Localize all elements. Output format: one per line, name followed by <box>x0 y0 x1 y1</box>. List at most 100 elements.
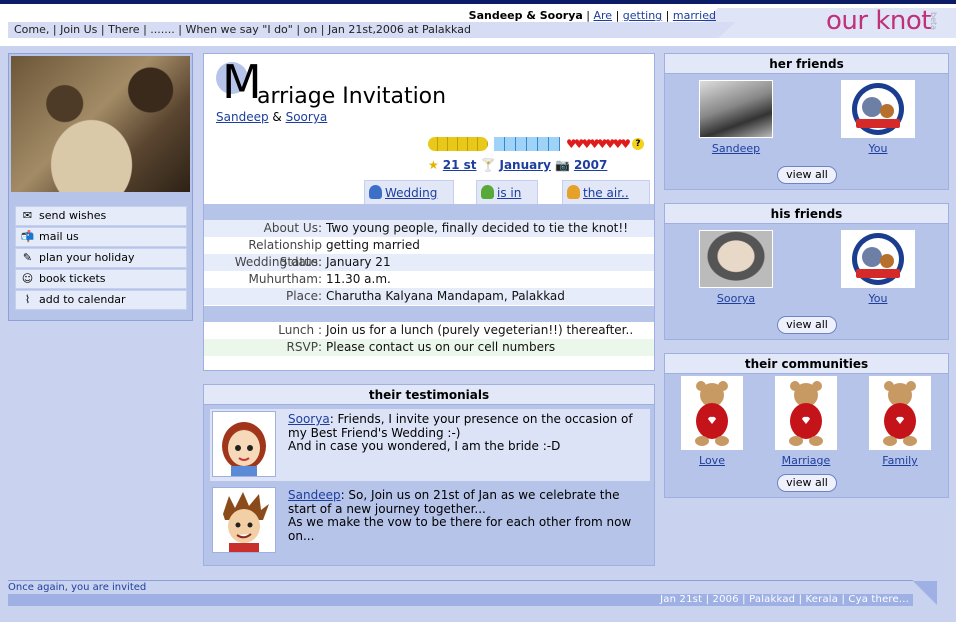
action-plan-holiday[interactable]: ✎ plan your holiday <box>15 248 187 268</box>
view-all-button[interactable]: view all <box>777 166 837 184</box>
smiley-rating-icon <box>428 137 488 151</box>
testimonial-item: Soorya: Friends, I invite your presence … <box>210 409 650 481</box>
footer-text: Once again, you are invited <box>8 582 147 593</box>
communities-panel: their communities Love Marriage Family v… <box>664 353 949 498</box>
friend-photo <box>699 230 773 288</box>
friend-card[interactable]: You <box>841 230 915 305</box>
header-band: Come, | Join Us | There | ....... | When… <box>8 22 736 38</box>
logo[interactable]: our knot <box>826 6 931 36</box>
friend-name[interactable]: You <box>869 142 888 155</box>
tom-jerry-photo <box>841 230 915 288</box>
star-icon: ★ <box>428 158 439 172</box>
beta-label: beta <box>929 12 938 31</box>
footer-divider <box>8 580 913 581</box>
date-day[interactable]: 21 st <box>443 158 477 172</box>
details-band <box>204 204 654 220</box>
action-label: plan your holiday <box>39 251 135 264</box>
link-married[interactable]: married <box>673 9 716 22</box>
action-list: ✉ send wishes 📬 mail us ✎ plan your holi… <box>15 206 187 311</box>
friend-name[interactable]: Soorya <box>717 292 755 305</box>
extra-details-table: Lunch : Join us for a lunch (purely vege… <box>204 322 654 356</box>
action-label: mail us <box>39 230 79 243</box>
his-friends-panel: his friends Soorya You view all <box>664 203 949 340</box>
detail-row: Lunch : Join us for a lunch (purely vege… <box>204 322 654 339</box>
action-send-wishes[interactable]: ✉ send wishes <box>15 206 187 226</box>
date-year[interactable]: 2007 <box>574 158 607 172</box>
groom-link[interactable]: Sandeep <box>216 110 269 124</box>
camera-icon: 📷 <box>554 158 570 172</box>
detail-row: Place: Charutha Kalyana Mandapam, Palakk… <box>204 288 654 305</box>
header-title-links: Sandeep & Soorya | Are | getting | marri… <box>468 9 716 22</box>
community-card[interactable]: Love <box>679 376 745 467</box>
help-icon[interactable]: ? <box>632 138 644 150</box>
tab-wedding[interactable]: Wedding <box>364 180 454 204</box>
friend-name[interactable]: You <box>869 292 888 305</box>
action-book-tickets[interactable]: ☺ book tickets <box>15 269 187 289</box>
page-title: arriage Invitation <box>257 84 447 109</box>
title-initial: M <box>222 55 262 109</box>
tab-is-in[interactable]: is in <box>476 180 538 204</box>
testimonials-panel: their testimonials Soorya: Friends, I in… <box>203 384 655 566</box>
author-link[interactable]: Sandeep <box>288 488 341 502</box>
author-link[interactable]: Soorya <box>288 412 330 426</box>
link-are[interactable]: Are <box>594 9 613 22</box>
community-name[interactable]: Love <box>699 454 725 467</box>
action-label: add to calendar <box>39 293 126 306</box>
bride-avatar[interactable] <box>212 411 276 477</box>
mail-icon: 📬 <box>20 230 35 243</box>
her-friends-title: her friends <box>665 54 948 74</box>
date-month[interactable]: January <box>499 158 551 172</box>
details-spacer <box>204 306 654 322</box>
envelope-icon: ✉ <box>22 209 33 222</box>
person-icon <box>481 185 494 199</box>
couple-names: Sandeep & Soorya <box>468 9 583 22</box>
detail-row: RSVP: Please contact us on our cell numb… <box>204 339 654 356</box>
community-card[interactable]: Marriage <box>773 376 839 467</box>
cocktail-icon: 🍸 <box>480 158 496 172</box>
footer-decoration <box>913 581 937 605</box>
footer-bar-text: Jan 21st | 2006 | Palakkad | Kerala | Cy… <box>660 594 909 605</box>
heart-rating-icon: ♥♥♥♥♥♥♥♥ <box>566 137 631 151</box>
friend-card[interactable]: Soorya <box>699 230 773 305</box>
community-name[interactable]: Marriage <box>782 454 831 467</box>
bride-link[interactable]: Soorya <box>286 110 328 124</box>
testimonial-text: Sandeep: So, Join us on 21st of Jan as w… <box>288 488 632 543</box>
action-add-calendar[interactable]: ⌇ add to calendar <box>15 290 187 310</box>
link-getting[interactable]: getting <box>623 9 662 22</box>
action-label: send wishes <box>39 209 107 222</box>
detail-row: Relationship Status: getting married <box>248 238 420 269</box>
left-panel: ✉ send wishes 📬 mail us ✎ plan your holi… <box>8 53 193 321</box>
date-line: ★ 21 st 🍸 January 📷 2007 <box>428 158 607 172</box>
community-name[interactable]: Family <box>882 454 917 467</box>
action-mail-us[interactable]: 📬 mail us <box>15 227 187 247</box>
teddy-bear-photo <box>681 376 743 450</box>
view-all-button[interactable]: view all <box>777 316 837 334</box>
person-icon <box>369 185 382 199</box>
friend-card[interactable]: You <box>841 80 915 155</box>
tab-the-air[interactable]: the air.. <box>562 180 650 204</box>
groom-avatar[interactable] <box>212 487 276 553</box>
paperclip-icon: ⌇ <box>24 293 31 306</box>
teddy-bear-photo <box>869 376 931 450</box>
couple-photo <box>11 56 190 192</box>
friend-card[interactable]: Sandeep <box>699 80 773 155</box>
action-label: book tickets <box>39 272 106 285</box>
pen-icon: ✎ <box>22 251 33 264</box>
details-table: About Us: Two young people, finally deci… <box>204 220 654 305</box>
tom-jerry-photo <box>841 80 915 138</box>
detail-row: About Us: Two young people, finally deci… <box>204 220 654 237</box>
footer-bar: Jan 21st | 2006 | Palakkad | Kerala | Cy… <box>8 594 913 606</box>
communities-title: their communities <box>665 354 948 374</box>
detail-row: Wedding date: January 21 <box>204 254 654 271</box>
tab-bar: Wedding is in the air.. <box>350 180 656 204</box>
his-friends-title: his friends <box>665 204 948 224</box>
community-card[interactable]: Family <box>867 376 933 467</box>
her-friends-panel: her friends Sandeep You view all <box>664 53 949 190</box>
person-heart-icon <box>567 185 580 199</box>
couple-links: Sandeep & Soorya <box>216 110 328 124</box>
testimonials-title: their testimonials <box>204 385 654 405</box>
cube-rating-icon <box>494 137 560 151</box>
view-all-button[interactable]: view all <box>777 474 837 492</box>
friend-name[interactable]: Sandeep <box>712 142 760 155</box>
friend-photo <box>699 80 773 138</box>
